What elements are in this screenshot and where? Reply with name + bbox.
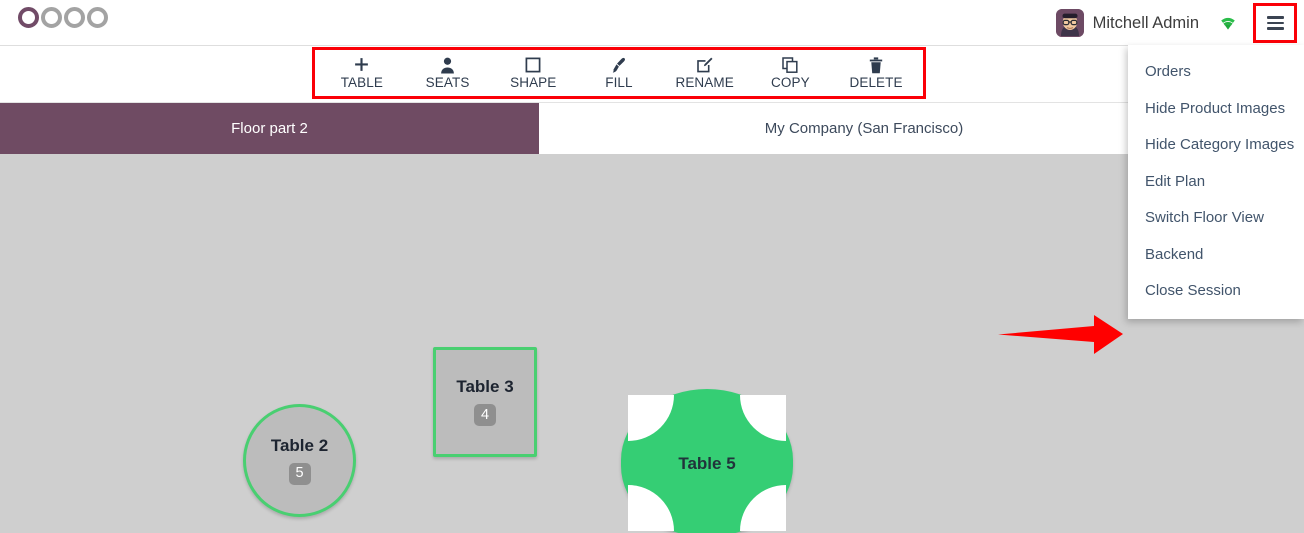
floor-plan-canvas[interactable]: Table 2 5 Table 3 4 Table 4 8 Table 5: [0, 154, 1304, 533]
user-zone: Mitchell Admin: [1055, 0, 1304, 46]
logo-ring-4: [87, 7, 108, 28]
avatar[interactable]: [1055, 9, 1084, 37]
hamburger-bar-3: [1266, 27, 1284, 30]
wifi-icon[interactable]: [1217, 12, 1239, 34]
resize-handle-bottom-left[interactable]: [628, 485, 674, 531]
floor-tab-floor-part-2[interactable]: Floor part 2: [0, 103, 539, 154]
edit-toolbar: TABLE SEATS SHAPE FILL RENAME COPY DELET…: [312, 47, 926, 99]
avatar-face-icon: [1055, 9, 1084, 37]
hamburger-bar-2: [1266, 21, 1284, 25]
odoo-logo[interactable]: [18, 7, 108, 28]
resize-handle-bottom-right[interactable]: [740, 485, 786, 531]
floor-tab-my-company[interactable]: My Company (San Francisco): [539, 103, 1189, 154]
copy-icon: [782, 57, 798, 74]
seat-count-badge: 5: [288, 462, 311, 485]
toolbar-label-copy: COPY: [771, 74, 810, 90]
hamburger-bar-1: [1266, 16, 1284, 19]
floor-tab-label: My Company (San Francisco): [764, 120, 964, 137]
logo-ring-3: [64, 7, 85, 28]
main-dropdown-menu: Orders Hide Product Images Hide Category…: [1128, 45, 1304, 319]
menu-item-hide-product-images[interactable]: Hide Product Images: [1128, 91, 1304, 128]
toolbar-label-delete: DELETE: [849, 74, 903, 90]
square-outline-icon: [525, 57, 541, 74]
menu-item-backend[interactable]: Backend: [1128, 237, 1304, 274]
toolbar-button-table[interactable]: TABLE: [329, 57, 395, 90]
menu-item-edit-plan[interactable]: Edit Plan: [1128, 164, 1304, 201]
logo-ring-2: [41, 7, 62, 28]
pencil-square-icon: [696, 57, 713, 74]
trash-icon: [869, 57, 883, 74]
table-name-label: Table 3: [456, 377, 514, 396]
red-arrow-annotation: [998, 315, 1123, 354]
toolbar-button-copy[interactable]: COPY: [757, 57, 823, 90]
hamburger-menu-button[interactable]: [1253, 3, 1297, 43]
menu-item-orders[interactable]: Orders: [1128, 54, 1304, 91]
toolbar-button-shape[interactable]: SHAPE: [500, 57, 566, 90]
toolbar-button-delete[interactable]: DELETE: [843, 57, 909, 90]
logo-ring-1: [18, 7, 39, 28]
toolbar-label-shape: SHAPE: [510, 74, 557, 90]
plus-icon: [353, 57, 370, 74]
menu-item-close-session[interactable]: Close Session: [1128, 273, 1304, 310]
floor-tab-label: Floor part 2: [231, 120, 308, 137]
resize-handle-top-left[interactable]: [628, 395, 674, 441]
menu-item-hide-category-images[interactable]: Hide Category Images: [1128, 127, 1304, 164]
table-name-label: Table 5: [678, 453, 736, 473]
toolbar-button-rename[interactable]: RENAME: [672, 57, 738, 90]
paintbrush-icon: [610, 57, 627, 74]
toolbar-label-rename: RENAME: [675, 74, 734, 90]
toolbar-button-seats[interactable]: SEATS: [415, 57, 481, 90]
menu-item-switch-floor-view[interactable]: Switch Floor View: [1128, 200, 1304, 237]
resize-handle-top-right[interactable]: [740, 395, 786, 441]
person-icon: [440, 57, 455, 74]
table-item-selected[interactable]: Table 5: [621, 389, 793, 533]
edit-toolbar-bar: TABLE SEATS SHAPE FILL RENAME COPY DELET…: [0, 46, 1304, 103]
username-label: Mitchell Admin: [1092, 13, 1199, 32]
floor-tab-bar: Floor part 2 My Company (San Francisco): [0, 103, 1304, 154]
table-name-label: Table 2: [270, 435, 329, 455]
seat-count-badge: 4: [474, 404, 496, 426]
top-navbar: Mitchell Admin: [0, 0, 1304, 46]
table-item[interactable]: Table 2 5: [243, 404, 356, 517]
toolbar-label-table: TABLE: [340, 74, 383, 90]
toolbar-label-fill: FILL: [605, 74, 633, 90]
toolbar-label-seats: SEATS: [425, 74, 470, 90]
toolbar-button-fill[interactable]: FILL: [586, 57, 652, 90]
table-item[interactable]: Table 3 4: [433, 347, 537, 457]
